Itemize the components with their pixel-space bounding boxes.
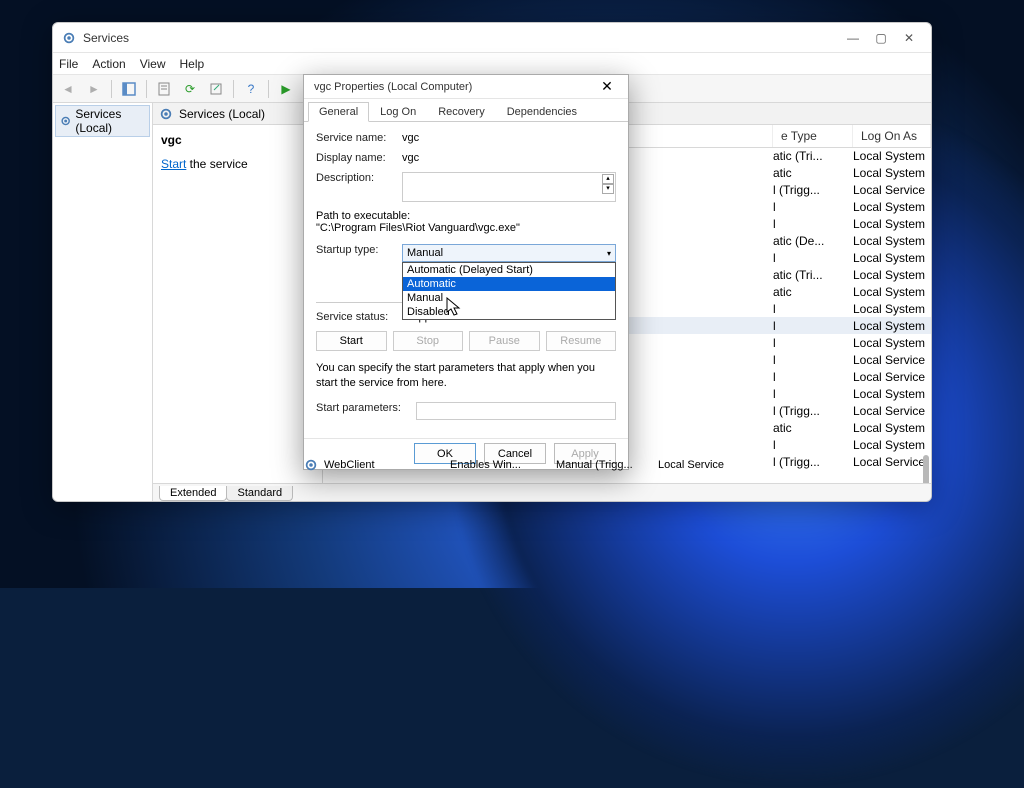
dropdown-option[interactable]: Manual: [403, 291, 615, 305]
description-box[interactable]: ▴▾: [402, 172, 616, 202]
label-service-status: Service status:: [316, 311, 402, 323]
chevron-down-icon: ▾: [607, 249, 611, 258]
menu-action[interactable]: Action: [92, 57, 125, 71]
dropdown-option[interactable]: Automatic (Delayed Start): [403, 263, 615, 277]
pause-button[interactable]: Pause: [469, 331, 540, 351]
start-service-link[interactable]: Start: [161, 157, 186, 171]
startup-type-dropdown[interactable]: Automatic (Delayed Start)AutomaticManual…: [402, 262, 616, 320]
refresh-icon[interactable]: ⟳: [179, 78, 201, 100]
note-text: You can specify the start parameters tha…: [316, 361, 616, 390]
bottom-tabs: Extended Standard: [153, 483, 931, 501]
gear-icon: [61, 30, 77, 46]
dropdown-option[interactable]: Disabled: [403, 305, 615, 319]
dialog-tabs: General Log On Recovery Dependencies: [304, 99, 628, 122]
spin-up-icon[interactable]: ▴: [602, 174, 614, 184]
detail-header-label: Services (Local): [179, 107, 265, 121]
spin-down-icon[interactable]: ▾: [602, 184, 614, 194]
label-display-name: Display name:: [316, 152, 402, 164]
play-icon[interactable]: ▶: [275, 78, 297, 100]
gear-icon: [304, 458, 318, 472]
close-button[interactable]: ✕: [895, 28, 923, 48]
detail-left-pane: vgc Start the service: [153, 125, 323, 483]
tab-general[interactable]: General: [308, 102, 369, 122]
label-description: Description:: [316, 172, 402, 202]
help-icon[interactable]: ?: [240, 78, 262, 100]
menu-view[interactable]: View: [140, 57, 166, 71]
resume-button[interactable]: Resume: [546, 331, 617, 351]
start-button[interactable]: Start: [316, 331, 387, 351]
startup-type-combo[interactable]: Manual ▾ Automatic (Delayed Start)Automa…: [402, 244, 616, 262]
tab-extended[interactable]: Extended: [159, 486, 227, 501]
tab-recovery[interactable]: Recovery: [427, 102, 495, 122]
tab-logon[interactable]: Log On: [369, 102, 427, 122]
selected-service-name: vgc: [161, 133, 314, 147]
gear-icon: [60, 114, 71, 128]
dialog-titlebar[interactable]: vgc Properties (Local Computer) ✕: [304, 75, 628, 99]
export-icon[interactable]: [205, 78, 227, 100]
col-logon[interactable]: Log On As: [853, 125, 931, 147]
webclient-logon: Local Service: [658, 459, 724, 471]
webclient-name: WebClient: [324, 459, 444, 471]
label-startup-type: Startup type:: [316, 244, 402, 262]
properties-dialog: vgc Properties (Local Computer) ✕ Genera…: [303, 74, 629, 470]
window-title: Services: [83, 31, 839, 45]
tree-panel: Services (Local): [53, 103, 153, 501]
minimize-button[interactable]: —: [839, 28, 867, 48]
col-startup[interactable]: e Type: [773, 125, 853, 147]
back-button[interactable]: ◄: [57, 78, 79, 100]
dropdown-option[interactable]: Automatic: [403, 277, 615, 291]
webclient-row[interactable]: WebClient Enables Win... Manual (Trigg..…: [304, 458, 724, 472]
start-service-suffix: the service: [186, 157, 247, 171]
gear-icon: [159, 107, 173, 121]
dialog-title: vgc Properties (Local Computer): [314, 81, 596, 93]
combo-value: Manual: [407, 247, 443, 259]
show-hide-icon[interactable]: [118, 78, 140, 100]
tab-standard[interactable]: Standard: [226, 486, 293, 501]
menu-file[interactable]: File: [59, 57, 78, 71]
menubar: File Action View Help: [53, 53, 931, 75]
dialog-close-button[interactable]: ✕: [596, 76, 618, 98]
label-service-name: Service name:: [316, 132, 402, 144]
label-path: Path to executable:: [316, 210, 616, 222]
value-service-name: vgc: [402, 132, 616, 144]
forward-button[interactable]: ►: [83, 78, 105, 100]
webclient-startup: Manual (Trigg...: [556, 459, 652, 471]
scrollbar-thumb[interactable]: [923, 455, 929, 483]
tab-dependencies[interactable]: Dependencies: [496, 102, 588, 122]
stop-button[interactable]: Stop: [393, 331, 464, 351]
maximize-button[interactable]: ▢: [867, 28, 895, 48]
label-start-params: Start parameters:: [316, 402, 416, 420]
tree-item-services-local[interactable]: Services (Local): [55, 105, 150, 137]
value-display-name: vgc: [402, 152, 616, 164]
start-params-input[interactable]: [416, 402, 616, 420]
value-path: "C:\Program Files\Riot Vanguard\vgc.exe": [316, 222, 616, 234]
tree-item-label: Services (Local): [75, 107, 145, 135]
titlebar[interactable]: Services — ▢ ✕: [53, 23, 931, 53]
menu-help[interactable]: Help: [180, 57, 205, 71]
webclient-desc: Enables Win...: [450, 459, 550, 471]
properties-icon[interactable]: [153, 78, 175, 100]
